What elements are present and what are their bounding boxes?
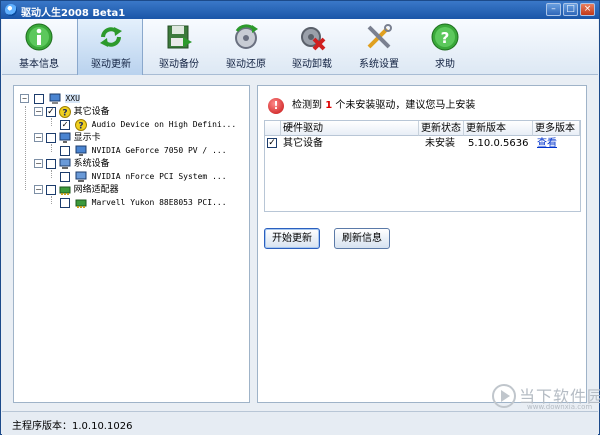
tree-root[interactable]: − XXU [20, 92, 80, 106]
driver-table: 硬件驱动 更新状态 更新版本 更多版本 ✓ 其它设备 未安装 5.10.0.56… [264, 120, 581, 212]
tree-category-label: 网络适配器 [73, 185, 119, 195]
computer-icon [49, 93, 61, 104]
table-header-check [265, 121, 281, 136]
tree-device-label: NVIDIA nForce PCI System ... [91, 172, 227, 181]
tree-checkbox[interactable] [33, 93, 44, 104]
tree-category[interactable]: − 系统设备 [34, 157, 110, 171]
minimize-button[interactable]: – [546, 3, 561, 16]
tab-label: 驱动更新 [91, 59, 131, 70]
display-icon [59, 132, 71, 143]
watermark-logo-icon [492, 384, 516, 408]
tab-help[interactable]: ? 求助 [412, 19, 478, 75]
unknown-device-icon: ? [74, 118, 87, 131]
tree-checkbox[interactable]: ✓ [60, 119, 70, 130]
tree-device-label: Audio Device on High Defini... [91, 120, 237, 129]
refresh-info-button[interactable]: 刷新信息 [334, 228, 390, 249]
tab-driver-restore[interactable]: 驱动还原 [213, 19, 279, 75]
app-icon [5, 4, 17, 16]
display-icon [75, 145, 87, 156]
table-cell-device: 其它设备 [283, 138, 323, 149]
system-device-icon [59, 158, 71, 169]
tree-device-label: Marvell Yukon 88E8053 PCI... [91, 198, 227, 207]
main-window: 驱动人生2008 Beta1 – □ × 基本信息 驱动更新 驱动备份 驱动还原… [0, 0, 600, 435]
row-checkbox[interactable]: ✓ [267, 137, 277, 151]
help-icon: ? [431, 23, 459, 51]
tree-category[interactable]: − 显示卡 [34, 131, 101, 145]
table-cell-status: 未安装 [425, 138, 455, 149]
tree-device[interactable]: ✓ ? Audio Device on High Defini... [60, 118, 236, 132]
tree-category-label: 其它设备 [73, 107, 110, 117]
maximize-button[interactable]: □ [563, 3, 578, 16]
table-header[interactable]: 更新版本 [464, 121, 533, 136]
alert-text: 检测到 1 个未安装驱动，建议您马上安装 [292, 100, 476, 111]
window-title: 驱动人生2008 Beta1 [21, 8, 126, 19]
tab-label: 驱动备份 [159, 59, 199, 70]
tree-category[interactable]: − ✓ ? 其它设备 [34, 105, 110, 119]
tab-label: 系统设置 [359, 59, 399, 70]
tab-label: 驱动还原 [226, 59, 266, 70]
tree-checkbox[interactable] [45, 184, 56, 195]
title-bar[interactable]: 驱动人生2008 Beta1 – □ × [1, 1, 599, 19]
collapse-toggle[interactable]: − [34, 133, 43, 142]
network-adapter-icon [75, 199, 87, 208]
tree-checkbox[interactable] [60, 197, 70, 208]
table-header[interactable]: 硬件驱动 [281, 121, 419, 136]
info-icon [25, 23, 53, 51]
tree-device[interactable]: NVIDIA GeForce 7050 PV / ... [60, 144, 227, 158]
tree-checkbox[interactable] [60, 171, 70, 182]
refresh-icon [100, 27, 122, 47]
restore-icon [235, 24, 258, 49]
tab-driver-update[interactable]: 驱动更新 [77, 19, 143, 75]
tree-root-label: XXU [65, 94, 80, 103]
table-cell-version: 5.10.0.5636 [468, 138, 529, 149]
tab-label: 驱动卸载 [292, 59, 332, 70]
uninstall-icon [301, 27, 326, 51]
main-toolbar: 基本信息 驱动更新 驱动备份 驱动还原 驱动卸载 系统设置 ? 求助 [2, 19, 598, 75]
tab-label: 求助 [435, 59, 455, 70]
collapse-toggle[interactable]: − [34, 159, 43, 168]
collapse-toggle[interactable]: − [34, 185, 43, 194]
settings-tools-icon [367, 24, 392, 49]
watermark-url: www.downxia.com [527, 403, 593, 411]
tree-category-label: 系统设备 [73, 159, 110, 169]
tree-checkbox[interactable]: ✓ [45, 106, 56, 117]
svg-text:?: ? [78, 121, 83, 131]
tree-device[interactable]: Marvell Yukon 88E8053 PCI... [60, 196, 227, 210]
view-more-link[interactable]: 查看 [537, 137, 557, 151]
backup-icon [167, 25, 192, 49]
tree-device-label: NVIDIA GeForce 7050 PV / ... [91, 146, 227, 155]
alert-icon: ! [268, 98, 284, 114]
tree-category-label: 显示卡 [73, 133, 101, 143]
table-header[interactable]: 更多版本 [533, 121, 580, 136]
network-adapter-icon [59, 186, 71, 195]
tree-category[interactable]: − 网络适配器 [34, 183, 119, 197]
table-header[interactable]: 更新状态 [419, 121, 464, 136]
tab-driver-uninstall[interactable]: 驱动卸载 [279, 19, 345, 75]
start-update-button[interactable]: 开始更新 [264, 228, 320, 249]
svg-text:?: ? [441, 29, 450, 47]
update-panel: ! 检测到 1 个未安装驱动，建议您马上安装 硬件驱动 更新状态 更新版本 更多… [257, 85, 587, 403]
tab-basic-info[interactable]: 基本信息 [6, 19, 72, 75]
system-device-icon [75, 171, 87, 182]
tab-system-settings[interactable]: 系统设置 [346, 19, 412, 75]
collapse-toggle[interactable]: − [20, 94, 29, 103]
tree-checkbox[interactable] [45, 158, 56, 169]
tree-device[interactable]: NVIDIA nForce PCI System ... [60, 170, 227, 184]
device-tree[interactable]: − XXU − ✓ ? 其它设备 ✓ ? Audio Device on Hig… [13, 85, 250, 403]
status-bar: 主程序版本：1.0.10.1026 [2, 411, 598, 435]
tab-label: 基本信息 [19, 59, 59, 70]
tree-checkbox[interactable] [45, 132, 56, 143]
tree-checkbox[interactable] [60, 145, 70, 156]
unknown-device-icon: ? [58, 105, 71, 118]
program-version: 主程序版本：1.0.10.1026 [12, 421, 133, 432]
alert-message: ! 检测到 1 个未安装驱动，建议您马上安装 [268, 98, 568, 114]
svg-text:?: ? [62, 108, 67, 118]
collapse-toggle[interactable]: − [34, 107, 43, 116]
close-button[interactable]: × [580, 3, 595, 16]
tab-driver-backup[interactable]: 驱动备份 [146, 19, 212, 75]
